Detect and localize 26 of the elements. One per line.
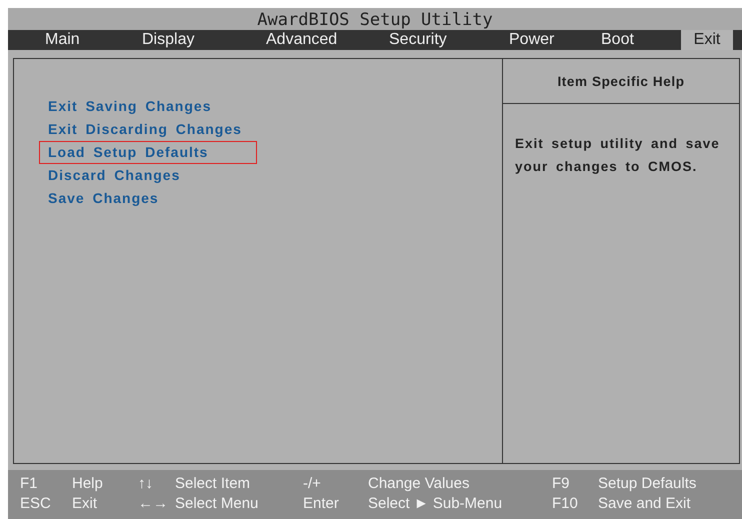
shortcut-label: Select ► Sub-Menu bbox=[368, 494, 504, 514]
shortcut-key: -/+ bbox=[303, 474, 368, 494]
menu-tab[interactable]: Display bbox=[142, 30, 266, 50]
window-title: AwardBIOS Setup Utility bbox=[8, 8, 742, 30]
shortcut-label: Save and Exit bbox=[598, 494, 692, 514]
menu-tab[interactable]: Power bbox=[509, 30, 601, 50]
shortcut-key: F10 bbox=[552, 494, 598, 514]
shortcut-key: ↑↓ bbox=[138, 474, 175, 494]
menu-tab[interactable]: Security bbox=[389, 30, 509, 50]
shortcut-label: Help bbox=[72, 474, 104, 494]
shortcut-key: ←→ bbox=[138, 494, 175, 514]
shortcut-key: Enter bbox=[303, 494, 368, 514]
shortcut-key: F9 bbox=[552, 474, 598, 494]
shortcut-label: Exit bbox=[72, 494, 98, 514]
shortcut-key: ESC bbox=[20, 494, 72, 514]
menu-tab[interactable]: Exit bbox=[681, 30, 733, 50]
shortcut-key: F1 bbox=[20, 474, 72, 494]
shortcut-label: Setup Defaults bbox=[598, 474, 698, 494]
help-title: Item Specific Help bbox=[557, 74, 685, 88]
menu-tab[interactable]: Main bbox=[45, 30, 142, 50]
help-text: Exit setup utility and save your changes to CMOS. bbox=[514, 135, 721, 176]
shortcut-label: Select Menu bbox=[175, 494, 260, 514]
shortcut-label: Change Values bbox=[368, 474, 470, 494]
menu-tab[interactable]: Advanced bbox=[266, 30, 389, 50]
menu-tab[interactable]: Boot bbox=[601, 30, 681, 50]
shortcut-label: Select Item bbox=[175, 474, 252, 494]
